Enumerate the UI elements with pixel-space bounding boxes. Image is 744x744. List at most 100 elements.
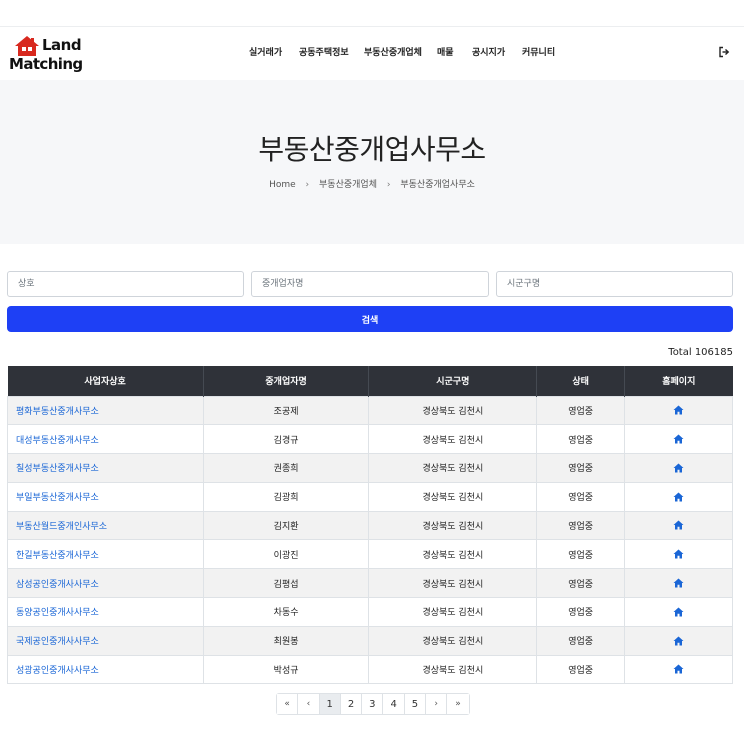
business-name-link[interactable]: 대성부동산중개사무소 — [7, 424, 204, 455]
status-cell: 영업중 — [536, 568, 626, 599]
home-icon[interactable] — [673, 405, 684, 415]
home-icon[interactable] — [673, 664, 684, 674]
table-row: 칠성부동산중개사무소 권종희 경상북도 김천시 영업중 — [7, 453, 733, 483]
status-cell: 영업중 — [536, 481, 626, 512]
broker-name-cell: 김평섭 — [202, 568, 370, 599]
total-count: Total 106185 — [668, 347, 733, 358]
region-cell: 경상북도 김천시 — [368, 654, 538, 685]
table-header-row: 사업자상호 중개업자명 시군구명 상태 홈페이지 — [7, 366, 733, 396]
business-name-link[interactable]: 부동산월드중개인사무소 — [7, 510, 204, 541]
homepage-cell — [624, 453, 733, 483]
business-name-link[interactable]: 칠성부동산중개사무소 — [7, 453, 204, 483]
page-first-button[interactable]: « — [277, 694, 299, 714]
status-cell: 영업중 — [536, 597, 626, 627]
table-row: 삼성공인중개사사무소 김평섭 경상북도 김천시 영업중 — [7, 568, 733, 599]
table-row: 대성부동산중개사무소 김경규 경상북도 김천시 영업중 — [7, 424, 733, 455]
homepage-cell — [624, 597, 733, 627]
table-row: 부일부동산중개사무소 김광희 경상북도 김천시 영업중 — [7, 481, 733, 512]
table-row: 성광공인중개사사무소 박성규 경상북도 김천시 영업중 — [7, 654, 733, 685]
nav-item-apartment-info[interactable]: 공동주택정보 — [299, 46, 349, 60]
column-header-business: 사업자상호 — [7, 366, 204, 396]
results-table: 사업자상호 중개업자명 시군구명 상태 홈페이지 평화부동산중개사무소 조공제 경상… — [7, 366, 733, 685]
status-cell: 영업중 — [536, 453, 626, 483]
home-icon[interactable] — [673, 463, 684, 473]
status-cell: 영업중 — [536, 625, 626, 656]
region-cell: 경상북도 김천시 — [368, 453, 538, 483]
page-prev-button[interactable]: ‹ — [298, 694, 320, 714]
home-icon[interactable] — [673, 636, 684, 646]
home-icon[interactable] — [673, 607, 684, 617]
sign-out-icon[interactable] — [718, 46, 730, 58]
region-cell: 경상북도 김천시 — [368, 424, 538, 455]
breadcrumb-separator-icon: › — [386, 180, 391, 190]
business-name-link[interactable]: 부일부동산중개사무소 — [7, 481, 204, 512]
page-button-5[interactable]: 5 — [404, 694, 427, 714]
broker-name-cell: 차동수 — [202, 597, 370, 627]
page-hero: 부동산중개업사무소 Home › 부동산중개업체 › 부동산중개업사무소 — [0, 80, 744, 244]
table-row: 국제공인중개사사무소 최원봉 경상북도 김천시 영업중 — [7, 625, 733, 656]
broker-name-cell: 박성규 — [202, 654, 370, 685]
status-cell: 영업중 — [536, 654, 626, 685]
homepage-cell — [624, 568, 733, 599]
home-icon[interactable] — [673, 434, 684, 444]
business-name-link[interactable]: 평화부동산중개사무소 — [7, 395, 204, 426]
page-button-4[interactable]: 4 — [383, 694, 405, 714]
column-header-status: 상태 — [536, 366, 626, 396]
pagination: « ‹ 1 2 3 4 5 › » — [276, 693, 470, 715]
nav-item-real-price[interactable]: 실거래가 — [249, 46, 282, 60]
search-button[interactable]: 검색 — [7, 306, 733, 332]
page-button-3[interactable]: 3 — [362, 694, 384, 714]
column-header-broker: 중개업자명 — [203, 366, 370, 396]
region-cell: 경상북도 김천시 — [368, 510, 538, 541]
main-nav: 실거래가 공동주택정보 부동산중개업체 매물 공시지가 커뮤니티 — [0, 27, 744, 81]
table-row: 부동산월드중개인사무소 김지환 경상북도 김천시 영업중 — [7, 510, 733, 541]
breadcrumb-brokers[interactable]: 부동산중개업체 — [319, 180, 377, 190]
nav-item-brokers[interactable]: 부동산중개업체 — [364, 46, 422, 60]
homepage-cell — [624, 625, 733, 656]
home-icon[interactable] — [673, 492, 684, 502]
business-name-link[interactable]: 성광공인중개사사무소 — [7, 654, 204, 685]
business-name-link[interactable]: 삼성공인중개사사무소 — [7, 568, 204, 599]
table-row: 평화부동산중개사무소 조공제 경상북도 김천시 영업중 — [7, 395, 733, 426]
region-input[interactable] — [496, 271, 733, 297]
business-name-link[interactable]: 한길부동산중개사무소 — [7, 539, 204, 570]
broker-name-input[interactable] — [251, 271, 489, 297]
business-name-input[interactable] — [7, 271, 244, 297]
page-title: 부동산중개업사무소 — [258, 133, 486, 166]
region-cell: 경상북도 김천시 — [368, 568, 538, 599]
status-cell: 영업중 — [536, 510, 626, 541]
column-header-homepage: 홈페이지 — [624, 366, 733, 396]
breadcrumb-separator-icon: › — [305, 180, 310, 190]
home-icon[interactable] — [673, 520, 684, 530]
breadcrumb: Home › 부동산중개업체 › 부동산중개업사무소 — [0, 179, 744, 191]
homepage-cell — [624, 510, 733, 541]
broker-name-cell: 조공제 — [202, 395, 370, 426]
nav-item-community[interactable]: 커뮤니티 — [522, 46, 555, 60]
broker-name-cell: 권종희 — [202, 453, 370, 483]
home-icon[interactable] — [673, 549, 684, 559]
business-name-link[interactable]: 동양공인중개사사무소 — [7, 597, 204, 627]
region-cell: 경상북도 김천시 — [368, 481, 538, 512]
region-cell: 경상북도 김천시 — [368, 395, 538, 426]
page-button-2[interactable]: 2 — [340, 694, 363, 714]
region-cell: 경상북도 김천시 — [368, 539, 538, 570]
homepage-cell — [624, 481, 733, 512]
page-next-button[interactable]: › — [426, 694, 448, 714]
page-last-button[interactable]: » — [447, 694, 469, 714]
table-row: 한길부동산중개사무소 이광진 경상북도 김천시 영업중 — [7, 539, 733, 570]
nav-item-land-price[interactable]: 공시지가 — [472, 46, 505, 60]
page-button-1[interactable]: 1 — [319, 694, 341, 714]
broker-name-cell: 김지환 — [202, 510, 370, 541]
region-cell: 경상북도 김천시 — [368, 625, 538, 656]
broker-name-cell: 김광희 — [202, 481, 370, 512]
region-cell: 경상북도 김천시 — [368, 597, 538, 627]
home-icon[interactable] — [673, 578, 684, 588]
table-row: 동양공인중개사사무소 차동수 경상북도 김천시 영업중 — [7, 597, 733, 627]
breadcrumb-home[interactable]: Home — [269, 180, 296, 190]
nav-item-listings[interactable]: 매물 — [437, 46, 454, 60]
homepage-cell — [624, 654, 733, 685]
broker-name-cell: 이광진 — [202, 539, 370, 570]
business-name-link[interactable]: 국제공인중개사사무소 — [7, 625, 204, 656]
homepage-cell — [624, 395, 733, 426]
broker-name-cell: 김경규 — [202, 424, 370, 455]
